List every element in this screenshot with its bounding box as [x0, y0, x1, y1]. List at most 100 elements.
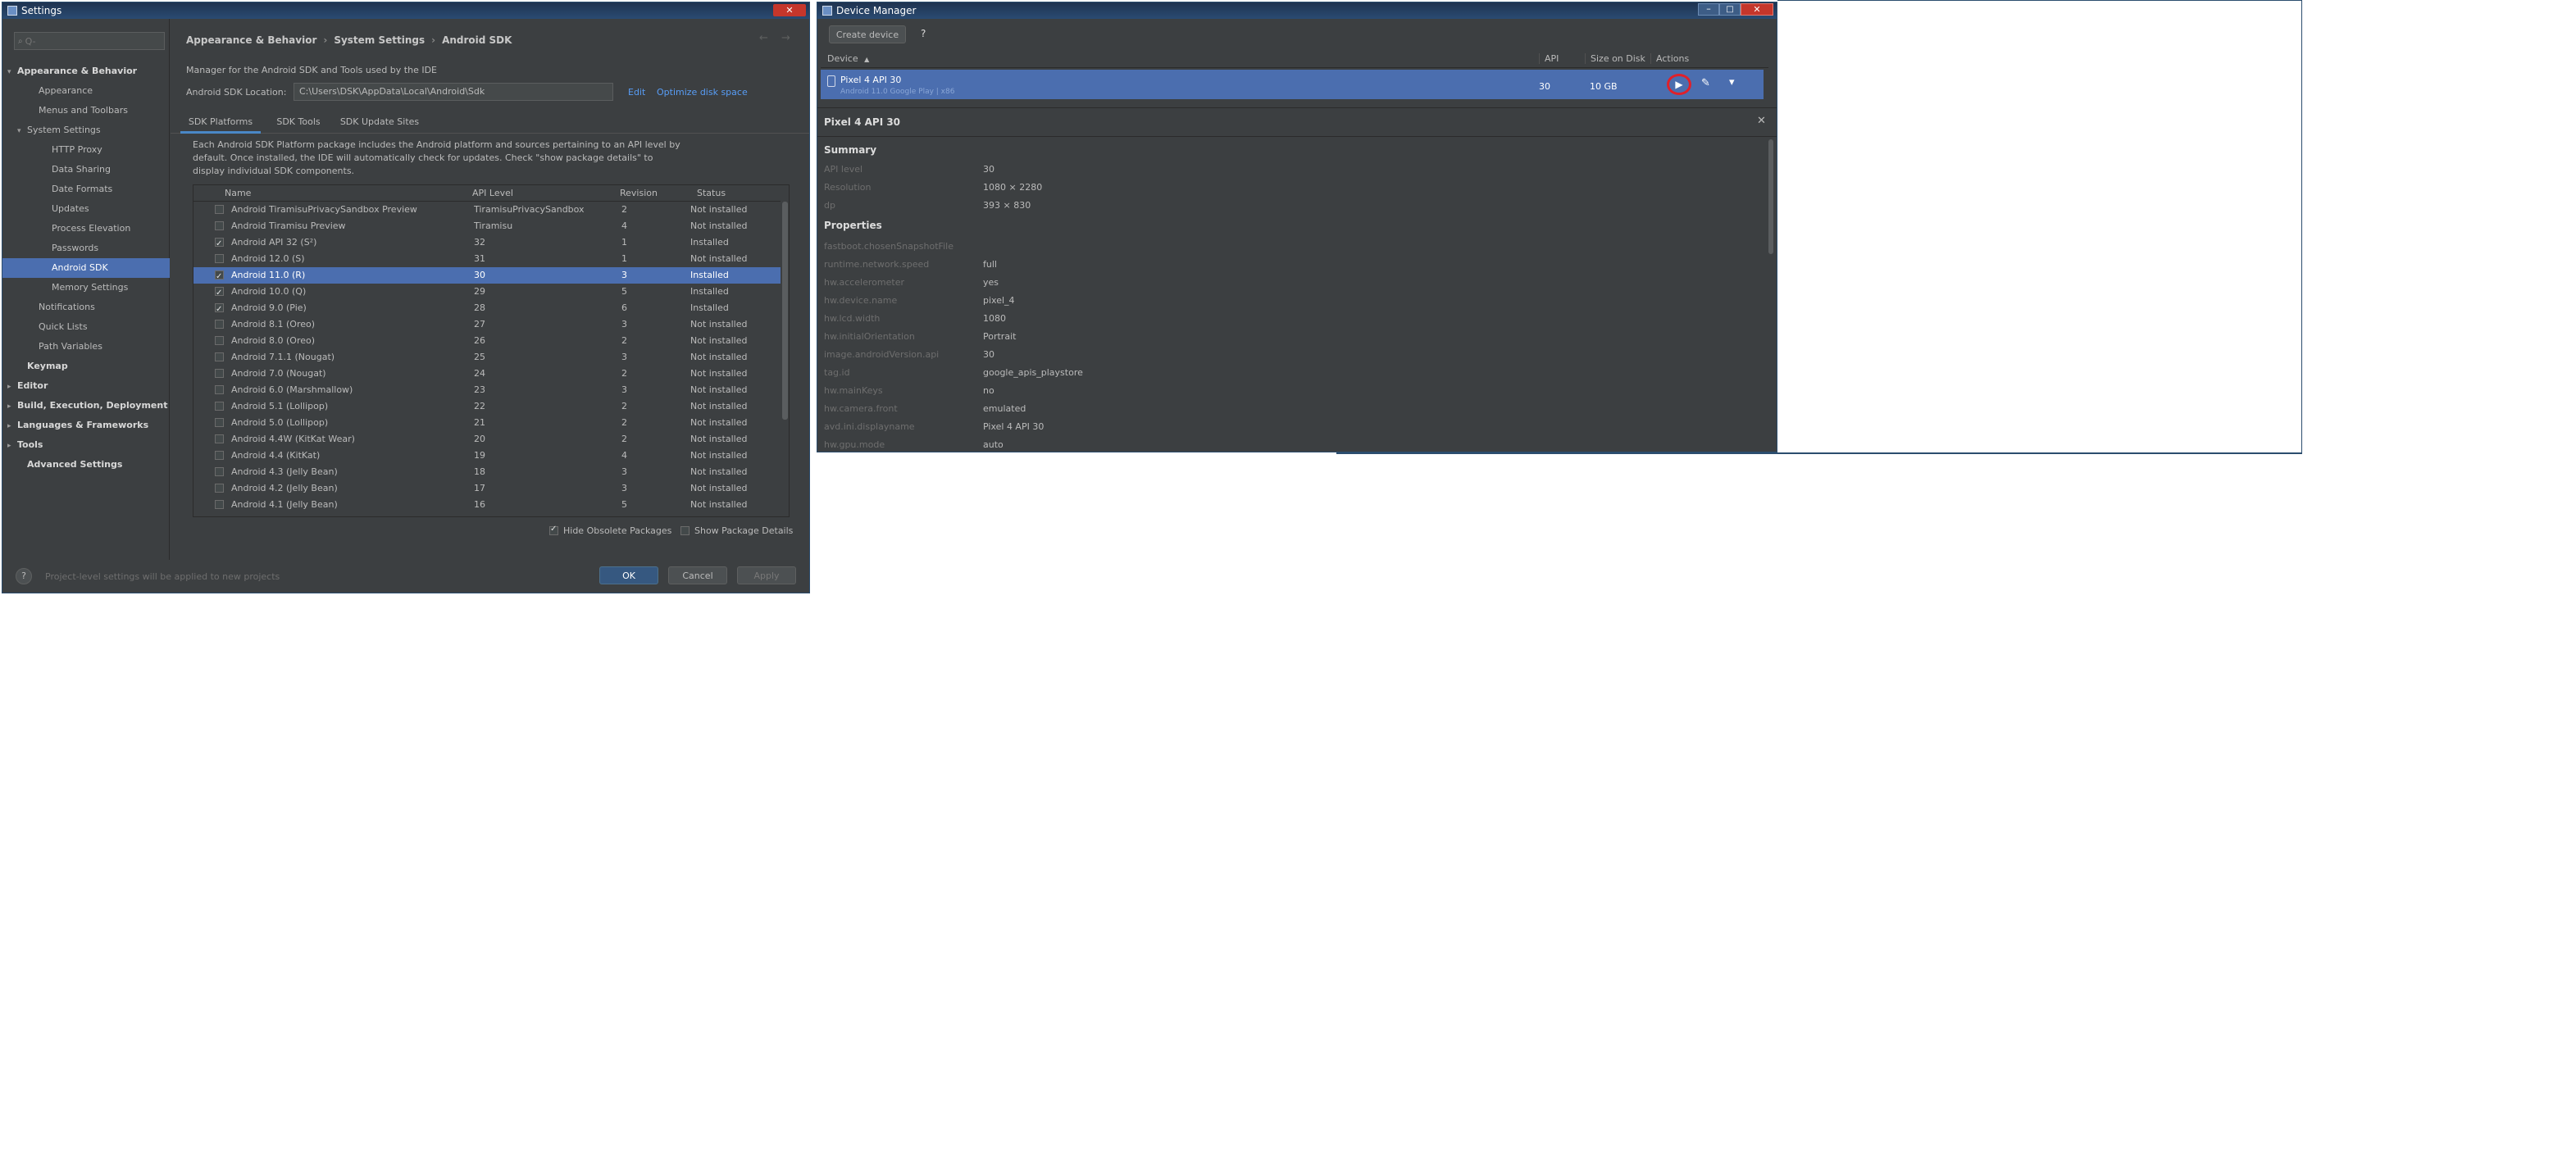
table-row[interactable]: Android 4.1 (Jelly Bean) 16 5 Not installed — [193, 497, 781, 513]
table-row[interactable]: Android 8.0 (Oreo) 26 2 Not installed — [193, 333, 781, 349]
launch-emulator-button[interactable]: ▶ — [1667, 74, 1691, 95]
sdk-location-field[interactable]: C:\Users\DSK\AppData\Local\Android\Sdk — [294, 83, 613, 101]
row-checkbox[interactable] — [215, 467, 224, 476]
table-row[interactable]: Android 4.4 (KitKat) 19 4 Not installed — [193, 448, 781, 464]
device-row[interactable]: Pixel 4 API 30 Android 11.0 Google Play … — [821, 70, 1764, 99]
tree-item-menus-and-toolbars[interactable]: Menus and Toolbars — [2, 101, 170, 120]
column-header-device[interactable]: Device ▲ — [827, 53, 869, 64]
table-row[interactable]: Android 6.0 (Marshmallow) 23 3 Not installe… — [193, 382, 781, 398]
breadcrumb-item[interactable]: System Settings — [334, 34, 425, 46]
edit-device-button[interactable]: ✎ — [1701, 77, 1710, 89]
ok-button[interactable]: OK — [599, 566, 658, 584]
cancel-button[interactable]: Cancel — [668, 566, 727, 584]
tree-item-advanced-settings[interactable]: Advanced Settings — [2, 455, 170, 475]
tree-item-system-settings[interactable]: ▾ System Settings — [2, 120, 170, 140]
tree-item-memory-settings[interactable]: Memory Settings — [2, 278, 170, 298]
column-header-revision[interactable]: Revision — [620, 188, 658, 198]
column-header-status[interactable]: Status — [697, 188, 726, 198]
tab-sdk-platforms[interactable]: SDK Platforms — [180, 112, 261, 134]
create-device-button[interactable]: Create device — [829, 25, 906, 43]
row-checkbox[interactable] — [215, 369, 224, 378]
close-window-button[interactable]: ✕ — [1741, 2, 1773, 16]
device-help-icon[interactable]: ? — [921, 28, 926, 39]
nav-back-button[interactable]: ← — [759, 32, 768, 44]
details-scrollbar[interactable] — [1768, 139, 1773, 254]
tab-sdk-tools[interactable]: SDK Tools — [269, 112, 328, 134]
tree-expand-arrow-icon[interactable]: ▸ — [7, 397, 17, 416]
table-row[interactable]: Android 10.0 (Q) 29 5 Installed — [193, 284, 781, 302]
settings-search-input[interactable] — [25, 35, 148, 47]
tree-item-keymap[interactable]: Keymap — [2, 357, 170, 376]
table-row[interactable]: Android TiramisuPrivacySandbox Preview Ti… — [193, 202, 781, 218]
row-checkbox[interactable] — [215, 302, 224, 318]
tree-item-process-elevation[interactable]: Process Elevation — [2, 219, 170, 239]
table-row[interactable]: Android 9.0 (Pie) 28 6 Installed — [193, 300, 781, 318]
row-checkbox[interactable] — [215, 205, 224, 214]
row-checkbox[interactable] — [215, 254, 224, 263]
tree-item-languages-frameworks[interactable]: ▸ Languages & Frameworks — [2, 416, 170, 435]
optimize-disk-space-link[interactable]: Optimize disk space — [657, 87, 748, 98]
table-row[interactable]: Android 5.0 (Lollipop) 21 2 Not installed — [193, 415, 781, 431]
edit-location-link[interactable]: Edit — [628, 87, 645, 98]
more-actions-button[interactable]: ▾ — [1729, 76, 1735, 89]
tree-item-tools[interactable]: ▸ Tools — [2, 435, 170, 455]
row-checkbox[interactable] — [215, 385, 224, 394]
maximize-button[interactable]: □ — [1719, 2, 1741, 16]
table-row[interactable]: Android 11.0 (R) 30 3 Installed — [193, 267, 781, 285]
minimize-button[interactable]: – — [1698, 2, 1719, 16]
breadcrumb-item[interactable]: Appearance & Behavior — [186, 34, 316, 46]
tree-item-quick-lists[interactable]: Quick Lists — [2, 317, 170, 337]
row-checkbox[interactable] — [215, 500, 224, 509]
tree-item-appearance-behavior[interactable]: ▾ Appearance & Behavior — [2, 61, 170, 81]
table-row[interactable]: Android Tiramisu Preview Tiramisu 4 Not ins… — [193, 218, 781, 234]
tree-item-updates[interactable]: Updates — [2, 199, 170, 219]
row-checkbox[interactable] — [215, 320, 224, 329]
row-checkbox[interactable] — [215, 418, 224, 427]
column-header-name[interactable]: Name — [225, 188, 251, 198]
settings-titlebar[interactable]: Settings — [2, 2, 809, 19]
tree-expand-arrow-icon[interactable]: ▸ — [7, 436, 17, 456]
tab-sdk-update-sites[interactable]: SDK Update Sites — [335, 112, 425, 134]
apply-button[interactable]: Apply — [737, 566, 796, 584]
table-row[interactable]: Android 5.1 (Lollipop) 22 2 Not installed — [193, 398, 781, 415]
table-row[interactable]: Android 7.0 (Nougat) 24 2 Not installed — [193, 366, 781, 382]
row-checkbox[interactable] — [215, 236, 224, 252]
tree-item-android-sdk[interactable]: Android SDK — [2, 258, 170, 278]
tree-item-build-execution-deployment[interactable]: ▸ Build, Execution, Deployment — [2, 396, 170, 416]
close-details-button[interactable]: ✕ — [1757, 115, 1766, 127]
tree-expand-arrow-icon[interactable]: ▾ — [17, 121, 27, 141]
row-checkbox[interactable] — [215, 434, 224, 443]
table-row[interactable]: Android 4.4W (KitKat Wear) 20 2 Not install… — [193, 431, 781, 448]
column-header-size[interactable]: Size on Disk — [1585, 53, 1645, 64]
row-checkbox[interactable] — [215, 269, 224, 285]
tree-item-appearance[interactable]: Appearance — [2, 81, 170, 101]
table-row[interactable]: Android 7.1.1 (Nougat) 25 3 Not installed — [193, 349, 781, 366]
nav-forward-button[interactable]: → — [781, 32, 790, 44]
settings-search-field[interactable]: ⌕ — [14, 32, 165, 50]
tree-expand-arrow-icon[interactable]: ▸ — [7, 377, 17, 397]
breadcrumb-item[interactable]: Android SDK — [442, 34, 512, 46]
column-header-api-level[interactable]: API Level — [472, 188, 513, 198]
table-row[interactable]: Android 4.3 (Jelly Bean) 18 3 Not installed — [193, 464, 781, 480]
row-checkbox[interactable] — [215, 285, 224, 302]
column-header-actions[interactable]: Actions — [1650, 53, 1689, 64]
table-row[interactable]: Android API 32 (S²) 32 1 Installed — [193, 234, 781, 252]
tree-item-editor[interactable]: ▸ Editor — [2, 376, 170, 396]
row-checkbox[interactable] — [215, 352, 224, 361]
tree-item-notifications[interactable]: Notifications — [2, 298, 170, 317]
table-row[interactable]: Android 8.1 (Oreo) 27 3 Not installed — [193, 316, 781, 333]
tree-expand-arrow-icon[interactable]: ▾ — [7, 62, 17, 82]
tree-item-passwords[interactable]: Passwords — [2, 239, 170, 258]
row-checkbox[interactable] — [215, 336, 224, 345]
tree-item-path-variables[interactable]: Path Variables — [2, 337, 170, 357]
hide-obsolete-checkbox[interactable]: Hide Obsolete Packages — [549, 525, 671, 536]
table-row[interactable]: Android 12.0 (S) 31 1 Not installed — [193, 251, 781, 267]
tree-item-http-proxy[interactable]: HTTP Proxy — [2, 140, 170, 160]
device-manager-titlebar[interactable]: Device Manager — [817, 2, 1777, 19]
tree-item-date-formats[interactable]: Date Formats — [2, 180, 170, 199]
column-header-api[interactable]: API — [1539, 53, 1559, 64]
table-scrollbar[interactable] — [782, 202, 788, 420]
show-package-details-checkbox[interactable]: Show Package Details — [680, 525, 793, 536]
help-button[interactable]: ? — [16, 568, 32, 584]
tree-item-data-sharing[interactable]: Data Sharing — [2, 160, 170, 180]
